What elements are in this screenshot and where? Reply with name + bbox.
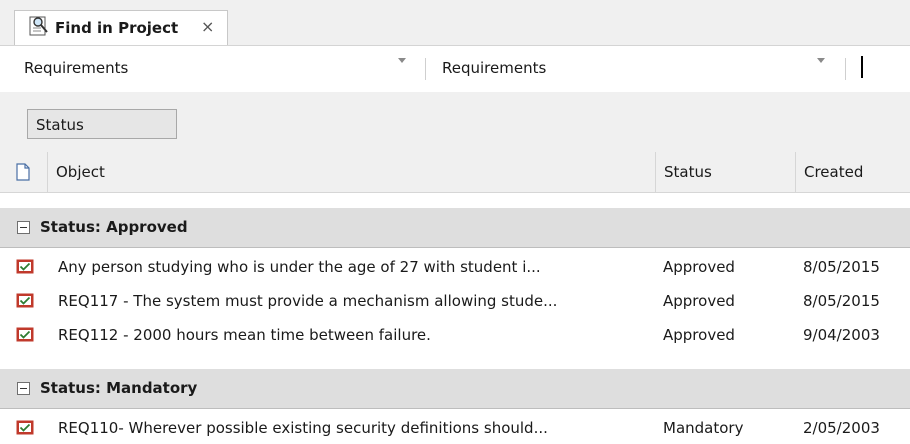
requirement-icon bbox=[16, 293, 34, 308]
chevron-down-icon[interactable] bbox=[398, 58, 406, 63]
column-header-object-label: Object bbox=[56, 163, 105, 181]
search-input[interactable] bbox=[861, 56, 863, 78]
group-row-approved[interactable]: Status: Approved bbox=[0, 208, 910, 248]
search-type-value: Requirements bbox=[442, 59, 547, 77]
cell-status: Approved bbox=[663, 326, 735, 344]
group-by-status-chip[interactable]: Status bbox=[27, 109, 177, 139]
chevron-down-icon[interactable] bbox=[817, 58, 825, 63]
cell-status: Approved bbox=[663, 258, 735, 276]
column-header-created[interactable]: Created bbox=[796, 152, 910, 193]
close-icon[interactable]: × bbox=[201, 17, 214, 36]
requirement-icon bbox=[16, 327, 34, 342]
cell-object: Any person studying who is under the age… bbox=[58, 258, 541, 276]
group-label: Status: Mandatory bbox=[40, 379, 198, 397]
table-row[interactable]: REQ110- Wherever possible existing secur… bbox=[0, 412, 910, 444]
search-scope-dropdown[interactable]: Requirements bbox=[18, 54, 418, 82]
cell-created: 8/05/2015 bbox=[803, 258, 880, 276]
find-in-project-icon bbox=[29, 16, 48, 36]
column-header-status-label: Status bbox=[664, 163, 712, 181]
search-scope-value: Requirements bbox=[24, 59, 129, 77]
cell-created: 2/05/2003 bbox=[803, 419, 880, 437]
cell-object: REQ112 - 2000 hours mean time between fa… bbox=[58, 326, 431, 344]
cell-status: Approved bbox=[663, 292, 735, 310]
column-header-created-label: Created bbox=[804, 163, 864, 181]
tab-strip: Find in Project × bbox=[0, 0, 910, 46]
search-type-dropdown[interactable]: Requirements bbox=[436, 54, 846, 82]
column-header-object[interactable]: Object bbox=[48, 152, 656, 193]
requirement-icon bbox=[16, 420, 34, 435]
filter-bar: Requirements Requirements bbox=[0, 46, 910, 93]
table-row[interactable]: REQ117 - The system must provide a mecha… bbox=[0, 285, 910, 317]
group-by-area: Status bbox=[0, 92, 910, 152]
cell-created: 9/04/2003 bbox=[803, 326, 880, 344]
cell-object: REQ110- Wherever possible existing secur… bbox=[58, 419, 548, 437]
cell-status: Mandatory bbox=[663, 419, 744, 437]
collapse-icon[interactable] bbox=[17, 382, 30, 395]
group-row-mandatory[interactable]: Status: Mandatory bbox=[0, 369, 910, 409]
document-icon bbox=[16, 163, 30, 181]
cell-created: 8/05/2015 bbox=[803, 292, 880, 310]
column-header-status[interactable]: Status bbox=[656, 152, 796, 193]
cell-object: REQ117 - The system must provide a mecha… bbox=[58, 292, 558, 310]
group-by-label: Status bbox=[36, 116, 84, 134]
tab-find-in-project[interactable]: Find in Project × bbox=[14, 10, 228, 45]
divider bbox=[845, 58, 846, 80]
table-row[interactable]: Any person studying who is under the age… bbox=[0, 251, 910, 283]
column-header-row: Object Status Created bbox=[0, 152, 910, 193]
table-row[interactable]: REQ112 - 2000 hours mean time between fa… bbox=[0, 319, 910, 351]
tab-label: Find in Project bbox=[55, 19, 179, 37]
divider bbox=[425, 58, 426, 80]
group-label: Status: Approved bbox=[40, 218, 188, 236]
column-header-icon[interactable] bbox=[0, 152, 48, 193]
collapse-icon[interactable] bbox=[17, 221, 30, 234]
requirement-icon bbox=[16, 259, 34, 274]
